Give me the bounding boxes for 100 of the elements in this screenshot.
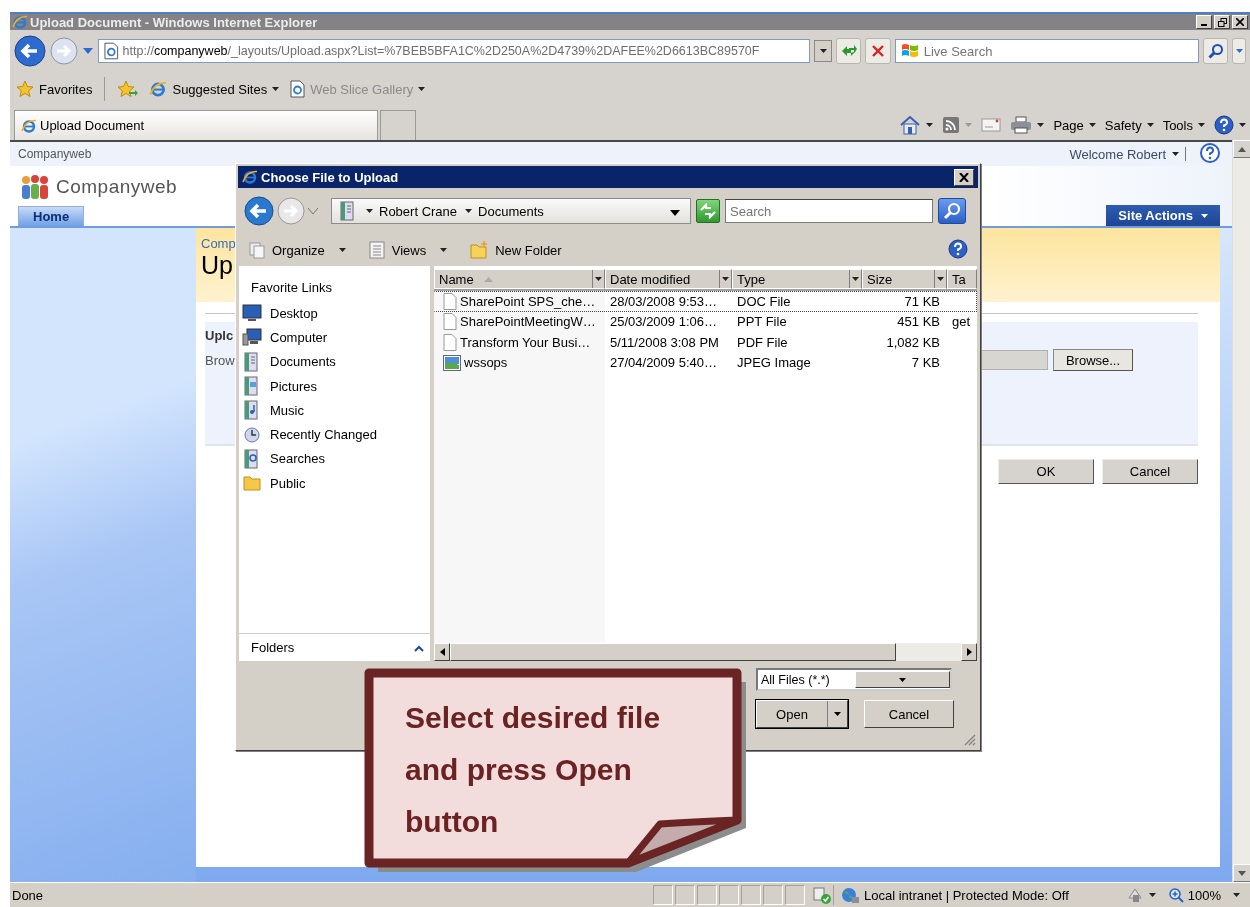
print-button[interactable]: [1010, 116, 1045, 134]
zoom-menu[interactable]: 100%: [1161, 887, 1246, 904]
caret-icon: [1201, 213, 1208, 218]
browser-icon: [21, 117, 37, 134]
favorite-link[interactable]: Recently Changed: [239, 422, 430, 447]
scroll-right-button[interactable]: [961, 643, 977, 661]
help-button[interactable]: [1214, 115, 1246, 135]
column-header[interactable]: Type: [732, 269, 862, 289]
forward-icon: [50, 37, 78, 65]
search-options-button[interactable]: [1232, 38, 1246, 64]
favorites-button[interactable]: Favorites: [14, 80, 95, 98]
scroll-up-button[interactable]: [1233, 140, 1250, 158]
caret-icon: [465, 209, 473, 213]
caret-icon: [1172, 152, 1179, 156]
search-button[interactable]: [938, 198, 966, 224]
favorite-link[interactable]: Public: [239, 471, 430, 496]
back-icon: [244, 196, 274, 226]
search-field[interactable]: Search: [725, 199, 933, 223]
toolbar-menu[interactable]: Views: [367, 241, 448, 259]
history-button[interactable]: [82, 47, 94, 55]
folders-bar[interactable]: Folders: [239, 633, 430, 661]
search-button[interactable]: [1202, 38, 1229, 64]
column-filter-button[interactable]: [934, 270, 946, 288]
search-icon: [943, 202, 961, 220]
column-header[interactable]: Name: [434, 269, 605, 289]
file-row[interactable]: SharePoint SPS_che… 28/03/2008 9:53… DOC File 71 KB: [434, 291, 977, 312]
close-icon: [959, 172, 969, 182]
help-icon: [1214, 115, 1234, 135]
welcome-menu[interactable]: Welcome Robert: [1069, 146, 1179, 162]
column-filter-button[interactable]: [849, 270, 861, 288]
folder-icon: [242, 473, 262, 494]
toolbar-menu[interactable]: Organize: [248, 241, 346, 259]
status-panel: [719, 885, 739, 906]
file-type-dropdown[interactable]: All Files (*.*): [756, 668, 952, 691]
minimize-button[interactable]: [1196, 15, 1212, 29]
page-icon: [289, 80, 306, 98]
breadcrumb-item[interactable]: Robert Crane: [364, 203, 458, 219]
forward-icon: [277, 197, 305, 225]
open-button[interactable]: Open: [756, 700, 848, 728]
caret-icon: [418, 87, 426, 91]
breadcrumb-item[interactable]: Documents: [463, 203, 544, 219]
favorite-link[interactable]: Music: [239, 398, 430, 423]
favorite-link[interactable]: Computer: [239, 325, 430, 350]
address-field[interactable]: http://companyweb/_layouts/Upload.aspx?List=%7BEB5BFA1C%2D250A%2D4739%2DAFEE%2D6613BC89570F: [98, 39, 811, 63]
site-actions-menu[interactable]: Site Actions: [1106, 205, 1220, 226]
column-header[interactable]: Date modified: [605, 269, 732, 289]
breadcrumb-link[interactable]: Comp: [201, 236, 236, 251]
caret-icon: [722, 277, 729, 281]
site-label: Companyweb: [18, 147, 92, 161]
nav-tab[interactable]: Home: [18, 206, 85, 226]
file-type: PDF File: [736, 334, 789, 350]
favorite-link[interactable]: Searches: [239, 446, 430, 472]
close-button[interactable]: [1232, 15, 1248, 29]
scroll-thumb[interactable]: [450, 643, 896, 661]
dialog-button[interactable]: Cancel: [1102, 459, 1198, 484]
help-button[interactable]: [948, 238, 968, 262]
restore-button[interactable]: [1214, 15, 1230, 29]
stop-button[interactable]: [865, 38, 891, 64]
file-row[interactable]: wssops 27/04/2009 5:40… JPEG Image 7 KB: [434, 352, 977, 373]
toolbar-button[interactable]: New Folder: [469, 240, 562, 260]
stop-icon: [871, 44, 886, 58]
favorite-link[interactable]: Pictures: [239, 373, 430, 399]
scroll-down-button[interactable]: [1233, 864, 1250, 883]
window-title: Upload Document - Windows Internet Explorer: [30, 14, 319, 30]
column-header[interactable]: Size: [862, 269, 947, 289]
scroll-left-button[interactable]: [434, 643, 450, 661]
status-panel: [697, 885, 717, 906]
browser-icon: [242, 169, 258, 185]
column-filter-button[interactable]: [719, 270, 731, 288]
address-bar[interactable]: Robert Crane Documents: [331, 198, 691, 224]
history-icon: [82, 47, 94, 55]
back-button[interactable]: [244, 196, 274, 226]
column-header[interactable]: Ta: [947, 269, 977, 289]
document-icon: [443, 292, 457, 310]
file-row[interactable]: SharePointMeetingW… 25/03/2009 1:06… PPT File 451 KB get: [434, 311, 977, 332]
browse-button[interactable]: Browse...: [1053, 349, 1133, 371]
section-title: Uplc: [205, 328, 234, 343]
command-menu[interactable]: Tools: [1162, 117, 1205, 133]
column-filter-button[interactable]: [592, 270, 604, 288]
feeds-button[interactable]: [942, 116, 973, 134]
cancel-button[interactable]: Cancel: [864, 700, 954, 728]
favorite-link[interactable]: Documents: [239, 349, 430, 374]
image-file-icon: [443, 354, 461, 371]
caret-icon: [1198, 123, 1205, 127]
command-menu[interactable]: Safety: [1104, 117, 1154, 133]
caret-icon: [272, 87, 280, 91]
file-name: Transform Your Busi…: [460, 334, 591, 350]
refresh-button[interactable]: [696, 199, 720, 223]
recent-pages-button[interactable]: [308, 208, 318, 214]
dialog-button[interactable]: OK: [998, 459, 1094, 484]
home-button[interactable]: [899, 115, 934, 135]
caret-icon: [1239, 123, 1246, 127]
address-dropdown[interactable]: [814, 40, 832, 62]
back-button[interactable]: [14, 35, 46, 67]
suggested-sites-button[interactable]: Suggested Sites: [147, 80, 282, 98]
file-row[interactable]: Transform Your Busi… 5/11/2008 3:08 PM PDF File 1,082 KB: [434, 332, 977, 353]
browser-tab[interactable]: Upload Document: [14, 110, 378, 140]
close-button[interactable]: [954, 168, 974, 186]
favorite-link[interactable]: Desktop: [239, 301, 430, 326]
command-menu[interactable]: Page: [1053, 117, 1096, 133]
